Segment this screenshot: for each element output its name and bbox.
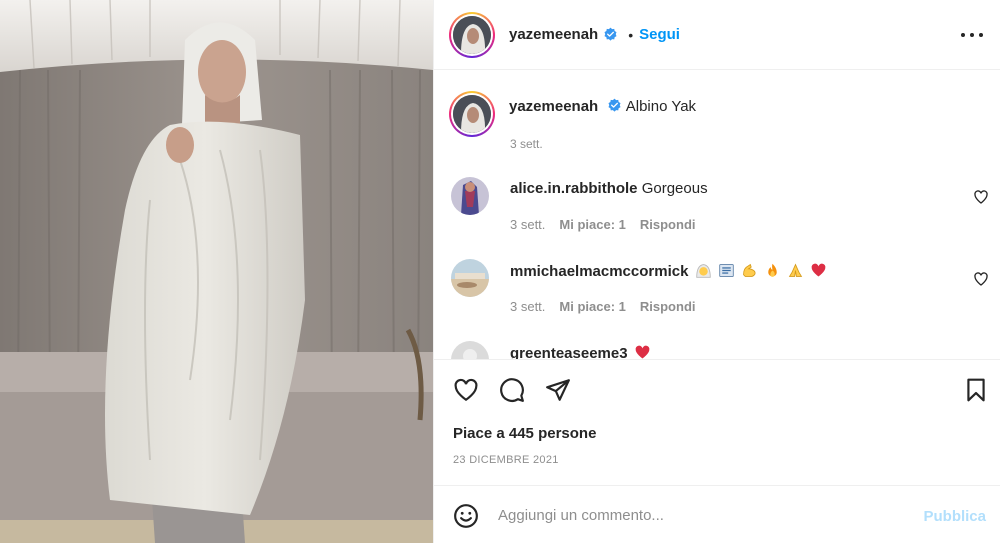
add-comment-bar: Pubblica: [434, 485, 1000, 543]
verified-badge-icon: [607, 98, 622, 113]
comment-age: 3 sett.: [510, 299, 546, 314]
comment-text-row: mmichaelmacmccormick: [510, 262, 827, 280]
comment-text-row: alice.in.rabbithole Gorgeous: [510, 180, 708, 197]
comment-username[interactable]: alice.in.rabbithole: [510, 180, 638, 197]
comment-username[interactable]: greenteaseeme3: [510, 345, 628, 359]
share-send-icon[interactable]: [545, 377, 571, 403]
person-with-veil-emoji: [695, 264, 711, 278]
follow-button[interactable]: Segui: [639, 26, 680, 43]
post-photo[interactable]: [0, 0, 433, 543]
caption-text: Albino Yak: [625, 98, 697, 115]
emoji-smiley-icon[interactable]: [453, 503, 479, 529]
like-comment-heart-icon[interactable]: [973, 271, 989, 287]
comment-username[interactable]: mmichaelmacmccormick: [510, 263, 688, 280]
comment-meta: 3 sett. Mi piace: 1 Rispondi: [510, 299, 696, 314]
comment-age: 3 sett.: [510, 217, 546, 232]
post-caption: yazemeenah Albino Yak: [449, 91, 696, 137]
post-date: 23 DICEMBRE 2021: [453, 454, 559, 466]
comment-likes-count[interactable]: Mi piace: 1: [559, 299, 625, 314]
author-username[interactable]: yazemeenah: [509, 26, 598, 43]
comment-meta: 3 sett. Mi piace: 1 Rispondi: [510, 217, 696, 232]
comment-text-row: greenteaseeme3: [510, 344, 651, 359]
commenter-avatar[interactable]: [451, 259, 489, 297]
post-image: [0, 0, 433, 543]
fire-emoji: [768, 263, 777, 277]
like-comment-heart-icon[interactable]: [973, 189, 989, 205]
comment-likes-count[interactable]: Mi piace: 1: [559, 217, 625, 232]
avatar-photo: [451, 177, 489, 215]
post-header: yazemeenah • Segui: [434, 0, 1000, 70]
comment-item: mmichaelmacmccormick 3 sett. Mi piace: 1…: [451, 259, 991, 329]
like-heart-icon[interactable]: [453, 377, 479, 403]
reply-button[interactable]: Rispondi: [640, 217, 696, 232]
verified-badge-icon: [603, 27, 618, 42]
red-heart-emoji: [812, 263, 826, 277]
comment-text: Gorgeous: [641, 180, 708, 197]
comment-input[interactable]: [498, 503, 898, 527]
comment-item: greenteaseeme3: [451, 341, 991, 359]
commenter-avatar[interactable]: [451, 177, 489, 215]
comments-list[interactable]: yazemeenah Albino Yak 3 sett. alice.in.r…: [434, 71, 1000, 359]
comment-bubble-icon[interactable]: [499, 377, 525, 403]
save-bookmark-icon[interactable]: [963, 377, 989, 403]
comment-item: alice.in.rabbithole Gorgeous 3 sett. Mi …: [451, 177, 991, 247]
caption-author-avatar[interactable]: [449, 91, 495, 137]
caption-age: 3 sett.: [510, 137, 543, 151]
post-panel: yazemeenah • Segui yazemeenah Albino Yak…: [433, 0, 1000, 543]
commenter-avatar[interactable]: [451, 341, 489, 359]
avatar-photo: [453, 15, 491, 54]
reply-button[interactable]: Rispondi: [640, 299, 696, 314]
publish-button[interactable]: Pubblica: [923, 508, 986, 525]
newspaper-emoji: [719, 264, 734, 277]
post-actions: Piace a 445 persone 23 DICEMBRE 2021: [434, 359, 1000, 485]
flexed-biceps-emoji: [743, 263, 756, 277]
avatar-photo: [451, 259, 489, 297]
avatar-photo: [453, 95, 491, 133]
folded-hands-emoji: [789, 263, 803, 277]
caption-username[interactable]: yazemeenah: [509, 98, 598, 115]
caption-text-row: yazemeenah Albino Yak: [509, 98, 696, 137]
more-options-icon[interactable]: [961, 25, 983, 45]
author-avatar[interactable]: [449, 11, 495, 58]
likes-count[interactable]: Piace a 445 persone: [453, 425, 596, 442]
separator-dot: •: [628, 26, 634, 43]
red-heart-emoji: [635, 345, 650, 359]
avatar-photo: [451, 341, 489, 359]
